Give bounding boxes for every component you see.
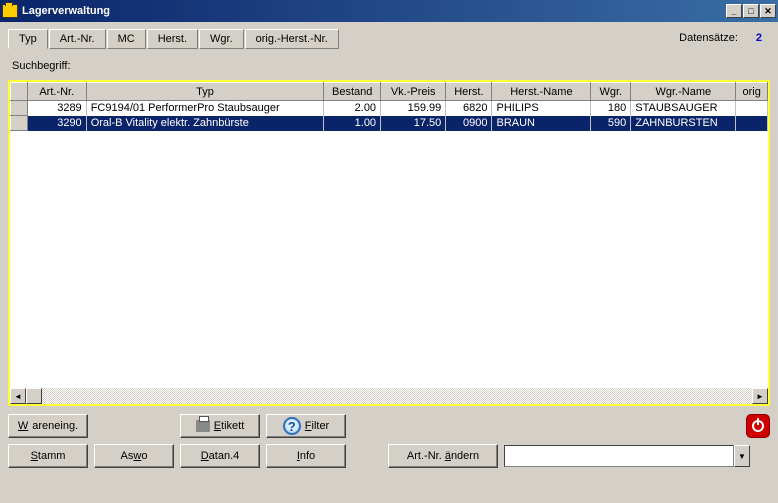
scroll-thumb[interactable] [26, 388, 42, 404]
etikett-button[interactable]: Etikett [180, 414, 260, 438]
record-count: Datensätze: 2 [679, 32, 770, 44]
tab-wgr-[interactable]: Wgr. [199, 29, 244, 49]
window-title: Lagerverwaltung [22, 5, 726, 17]
titlebar: Lagerverwaltung _ □ ✕ [0, 0, 778, 22]
data-grid[interactable]: Art.-Nr.TypBestandVk.-PreisHerst.Herst.-… [8, 80, 770, 406]
column-header[interactable]: Herst.-Name [492, 83, 591, 101]
cell-wgr[interactable]: 180 [591, 101, 631, 116]
cell-wgr-name[interactable]: ZAHNBURSTEN [631, 116, 736, 131]
app-folder-icon [2, 4, 18, 18]
info-button[interactable]: Info [266, 444, 346, 468]
cell-orig[interactable] [736, 101, 768, 116]
cell-herst-name[interactable]: BRAUN [492, 116, 591, 131]
column-header[interactable]: Wgr.-Name [631, 83, 736, 101]
record-count-label: Datensätze: [679, 32, 738, 44]
power-icon [752, 420, 764, 432]
cell-vk-preis[interactable]: 17.50 [381, 116, 446, 131]
artnr-combo-input[interactable] [504, 445, 734, 467]
artnr-aendern-button[interactable]: Art.-Nr. ändern [388, 444, 498, 468]
cell-art-nr[interactable]: 3290 [27, 116, 86, 131]
tab-mc[interactable]: MC [107, 29, 146, 49]
datan4-button[interactable]: Datan.4 [180, 444, 260, 468]
cell-bestand[interactable]: 1.00 [324, 116, 381, 131]
aswo-button[interactable]: Aswo [94, 444, 174, 468]
maximize-button[interactable]: □ [743, 4, 759, 18]
content-area: TypArt.-Nr.MCHerst.Wgr.orig.-Herst.-Nr. … [0, 22, 778, 474]
close-button[interactable]: ✕ [760, 4, 776, 18]
cell-bestand[interactable]: 2.00 [324, 101, 381, 116]
tab-strip: TypArt.-Nr.MCHerst.Wgr.orig.-Herst.-Nr. [8, 28, 340, 48]
help-filter-icon: ? [283, 417, 301, 435]
table-row[interactable]: 3289FC9194/01 PerformerPro Staubsauger2.… [11, 101, 768, 116]
column-header[interactable]: orig [736, 83, 768, 101]
cell-wgr-name[interactable]: STAUBSAUGER [631, 101, 736, 116]
table-row[interactable]: 3290Oral-B Vitality elektr. Zahnbürste1.… [11, 116, 768, 131]
column-header[interactable]: Herst. [446, 83, 492, 101]
cell-typ[interactable]: FC9194/01 PerformerPro Staubsauger [86, 101, 324, 116]
cell-art-nr[interactable]: 3289 [27, 101, 86, 116]
cell-vk-preis[interactable]: 159.99 [381, 101, 446, 116]
horizontal-scrollbar[interactable]: ◄ ► [10, 388, 768, 404]
filter-button[interactable]: ?Filter [266, 414, 346, 438]
scroll-right-button[interactable]: ► [752, 388, 768, 404]
column-header[interactable]: Wgr. [591, 83, 631, 101]
column-header[interactable]: Bestand [324, 83, 381, 101]
scroll-left-button[interactable]: ◄ [10, 388, 26, 404]
stamm-button[interactable]: Stamm [8, 444, 88, 468]
tab-typ[interactable]: Typ [8, 29, 48, 49]
print-icon [196, 420, 210, 432]
artnr-combo-dropdown-button[interactable]: ▼ [734, 445, 750, 467]
column-header[interactable]: Art.-Nr. [27, 83, 86, 101]
scroll-track[interactable] [26, 388, 752, 404]
search-label: Suchbegriff: [8, 58, 770, 74]
row-header[interactable] [11, 101, 28, 116]
row-header[interactable] [11, 116, 28, 131]
tab-art-nr-[interactable]: Art.-Nr. [49, 29, 106, 49]
cell-herst[interactable]: 6820 [446, 101, 492, 116]
record-count-value: 2 [756, 32, 762, 44]
power-close-button[interactable] [746, 414, 770, 438]
column-header[interactable]: Vk.-Preis [381, 83, 446, 101]
column-header[interactable]: Typ [86, 83, 324, 101]
minimize-button[interactable]: _ [726, 4, 742, 18]
tab-orig-herst-nr-[interactable]: orig.-Herst.-Nr. [245, 29, 339, 49]
grid-corner [11, 83, 28, 101]
tab-herst-[interactable]: Herst. [147, 29, 198, 49]
cell-orig[interactable] [736, 116, 768, 131]
cell-herst-name[interactable]: PHILIPS [492, 101, 591, 116]
wareneing-button[interactable]: Wareneing. [8, 414, 88, 438]
artnr-combo[interactable]: ▼ [504, 445, 750, 467]
cell-typ[interactable]: Oral-B Vitality elektr. Zahnbürste [86, 116, 324, 131]
cell-wgr[interactable]: 590 [591, 116, 631, 131]
cell-herst[interactable]: 0900 [446, 116, 492, 131]
